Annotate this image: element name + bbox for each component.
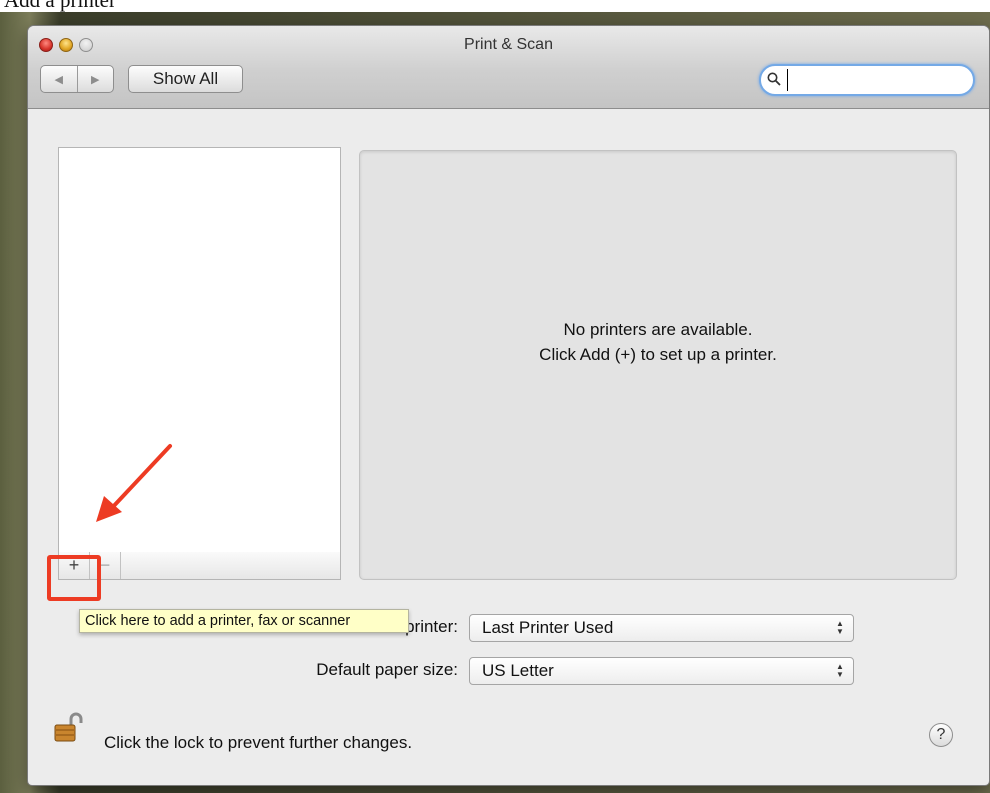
pointer-arrow-annotation: [96, 444, 172, 522]
